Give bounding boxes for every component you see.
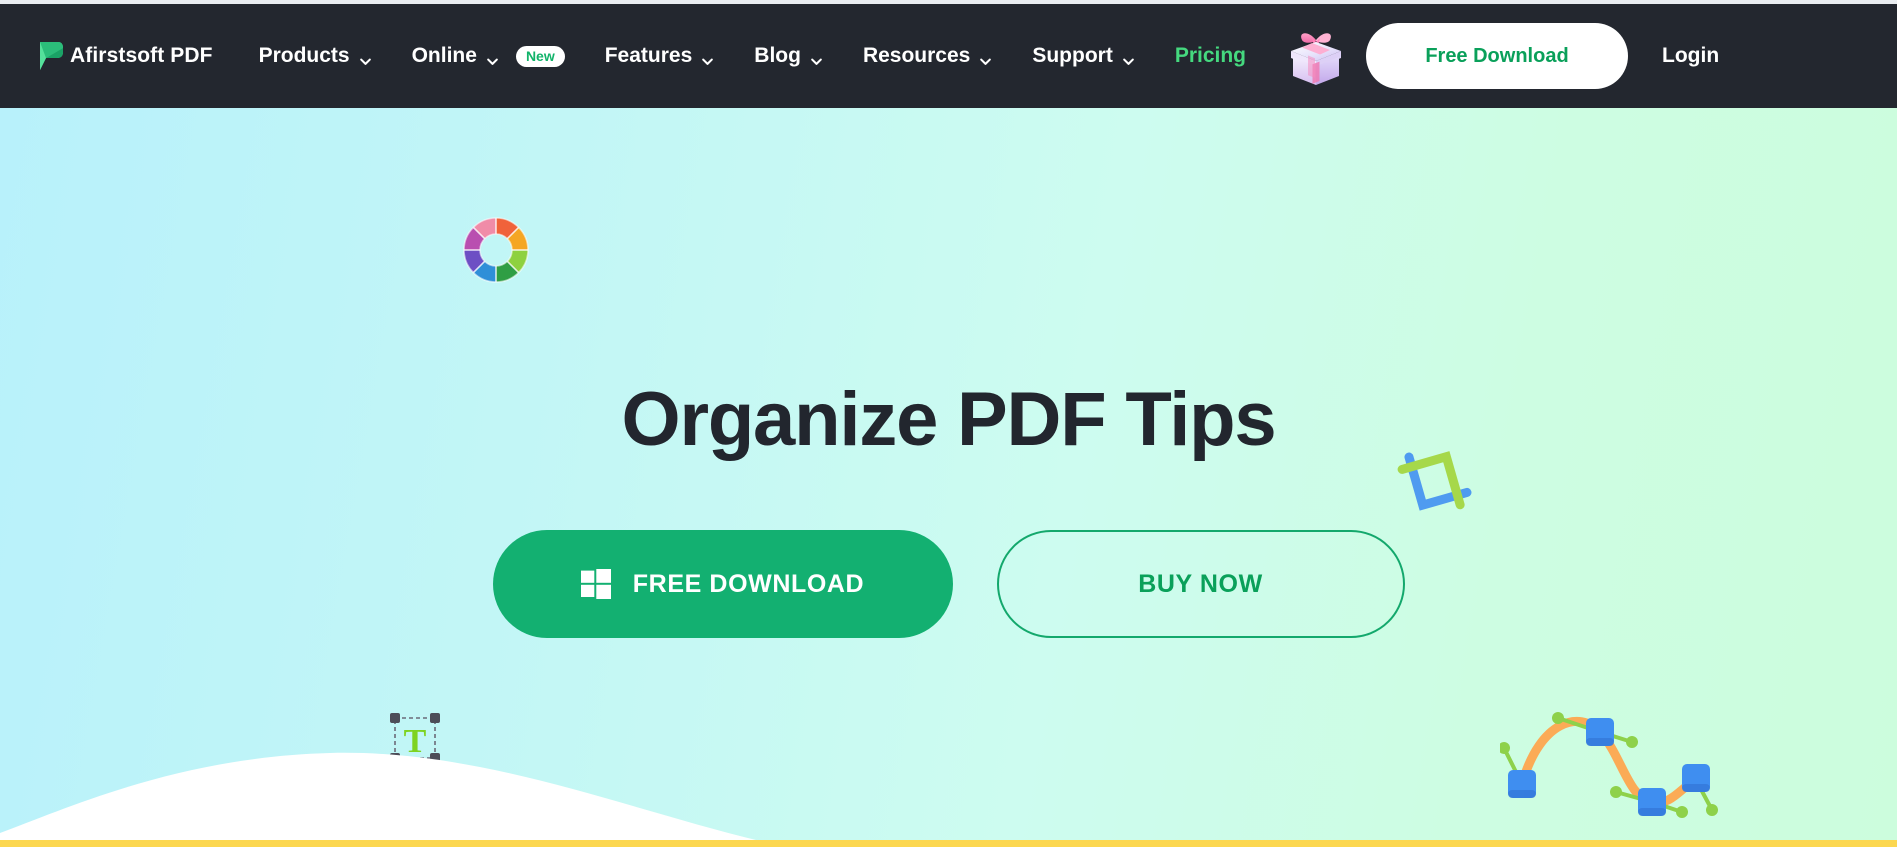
gift-box-icon[interactable]: [1284, 24, 1348, 88]
text-tool-icon: T: [385, 708, 445, 768]
color-wheel-icon: [458, 212, 534, 288]
nav-item-support[interactable]: Support: [1012, 4, 1154, 108]
windows-logo-icon: [580, 569, 611, 599]
buy-now-button-label: BUY NOW: [1138, 569, 1263, 598]
login-link[interactable]: Login: [1662, 44, 1719, 68]
nav-item-pricing-label: Pricing: [1174, 44, 1246, 67]
bottom-gold-bar: [0, 840, 1897, 847]
svg-text:T: T: [404, 723, 427, 760]
chevron-down-icon: [486, 50, 499, 65]
afirstsoft-leaf-logo-icon: [38, 41, 64, 71]
hero-cta-row: FREE DOWNLOAD BUY NOW: [0, 530, 1897, 638]
hero-section: T Organize PDF Tips FREE DOWNLOAD BUY NO…: [0, 108, 1897, 847]
bezier-curve-icon: [1498, 686, 1730, 821]
chevron-down-icon: [979, 50, 992, 65]
nav-item-resources[interactable]: Resources: [843, 4, 1012, 108]
page-title: Organize PDF Tips: [621, 377, 1277, 462]
nav-item-products-label: Products: [258, 44, 350, 67]
nav-free-download-button[interactable]: Free Download: [1366, 23, 1628, 89]
new-badge: New: [515, 45, 565, 67]
buy-now-button[interactable]: BUY NOW: [996, 530, 1405, 638]
nav-item-features[interactable]: Features: [585, 4, 735, 108]
nav-item-online[interactable]: Online New: [392, 4, 585, 108]
chevron-down-icon: [810, 50, 823, 65]
brand-logo[interactable]: Afirstsoft PDF: [38, 41, 213, 71]
nav-item-blog[interactable]: Blog: [734, 4, 843, 108]
nav-item-pricing[interactable]: Pricing: [1155, 4, 1266, 108]
chevron-down-icon: [1122, 50, 1135, 65]
nav-items: Products Online New Features Blog Resour…: [239, 4, 1266, 108]
chevron-down-icon: [359, 50, 372, 65]
nav-item-online-label: Online: [411, 44, 477, 67]
nav-item-blog-label: Blog: [754, 44, 801, 67]
main-navbar: Afirstsoft PDF Products Online New Featu…: [0, 4, 1897, 108]
free-download-button-label: FREE DOWNLOAD: [632, 569, 865, 598]
nav-item-support-label: Support: [1032, 44, 1113, 67]
free-download-button[interactable]: FREE DOWNLOAD: [492, 530, 953, 638]
nav-item-features-label: Features: [604, 44, 693, 67]
nav-item-products[interactable]: Products: [239, 4, 392, 108]
chevron-down-icon: [701, 50, 714, 65]
nav-item-resources-label: Resources: [862, 44, 971, 67]
brand-name-text: Afirstsoft PDF: [70, 44, 213, 67]
